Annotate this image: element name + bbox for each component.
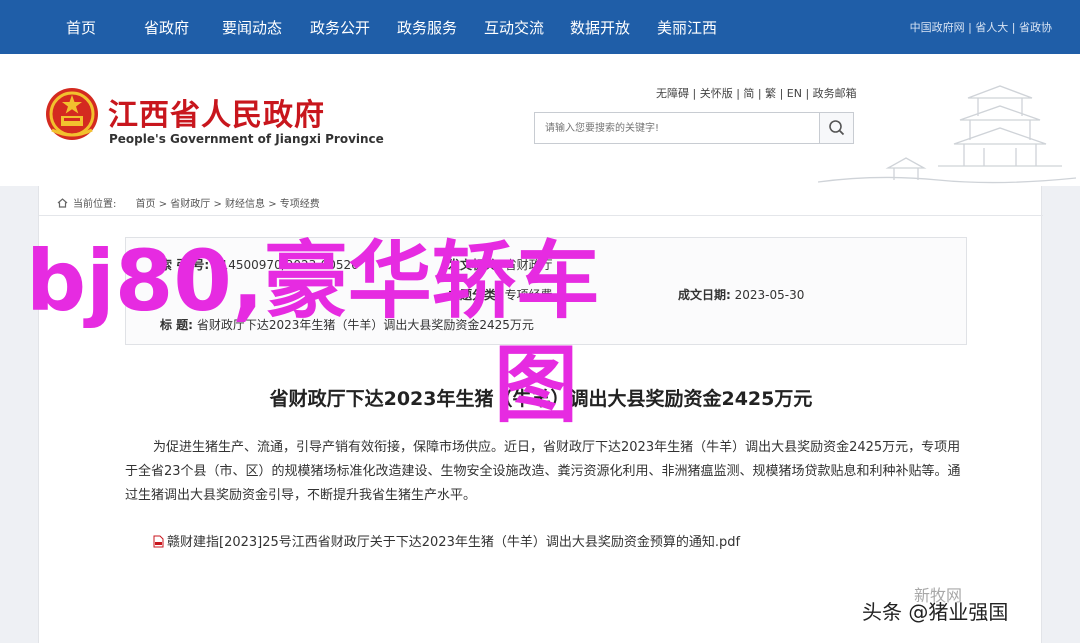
nav-item-open-gov[interactable]: 政务公开 [310, 18, 370, 38]
site-subtitle: People's Government of Jiangxi Province [109, 132, 384, 146]
pdf-file-icon [153, 535, 164, 548]
nav-item-news[interactable]: 要闻动态 [222, 18, 282, 38]
meta-date-label: 成文日期: [678, 288, 731, 302]
site-title[interactable]: 江西省人民政府 [108, 90, 325, 134]
external-links[interactable]: 中国政府网 | 省人大 | 省政协 [910, 19, 1052, 35]
pavilion-illustration [818, 85, 1076, 184]
national-emblem-icon [46, 88, 98, 140]
meta-date: 成文日期: 2023-05-30 [678, 286, 804, 303]
article-body: 为促进生猪生产、流通，引导产销有效衔接，保障市场供应。近日，省财政厅下达2023… [125, 440, 961, 503]
search-input[interactable] [535, 113, 819, 143]
meta-date-value: 2023-05-30 [734, 288, 805, 302]
site-header: 江西省人民政府 People's Government of Jiangxi P… [0, 54, 1080, 186]
top-nav-bar: 首页 省政府 要闻动态 政务公开 政务服务 互动交流 数据开放 美丽江西 中国政… [0, 0, 1080, 54]
overlay-caption-line2: 图 [494, 336, 579, 434]
search-box [534, 112, 854, 144]
watermark-credit: 头条 @猪业强国 [862, 600, 1009, 624]
attachment-filename[interactable]: 赣财建指[2023]25号江西省财政厅关于下达2023年生猪（牛羊）调出大县奖励… [167, 535, 740, 550]
attachment-link[interactable]: 赣财建指[2023]25号江西省财政厅关于下达2023年生猪（牛羊）调出大县奖励… [153, 531, 740, 550]
nav-item-open-data[interactable]: 数据开放 [570, 18, 630, 38]
nav-item-government[interactable]: 省政府 [144, 18, 189, 38]
nav-item-home[interactable]: 首页 [66, 18, 96, 38]
nav-item-interaction[interactable]: 互动交流 [484, 18, 544, 38]
nav-item-beautiful-jiangxi[interactable]: 美丽江西 [657, 18, 717, 38]
nav-item-services[interactable]: 政务服务 [397, 18, 457, 38]
